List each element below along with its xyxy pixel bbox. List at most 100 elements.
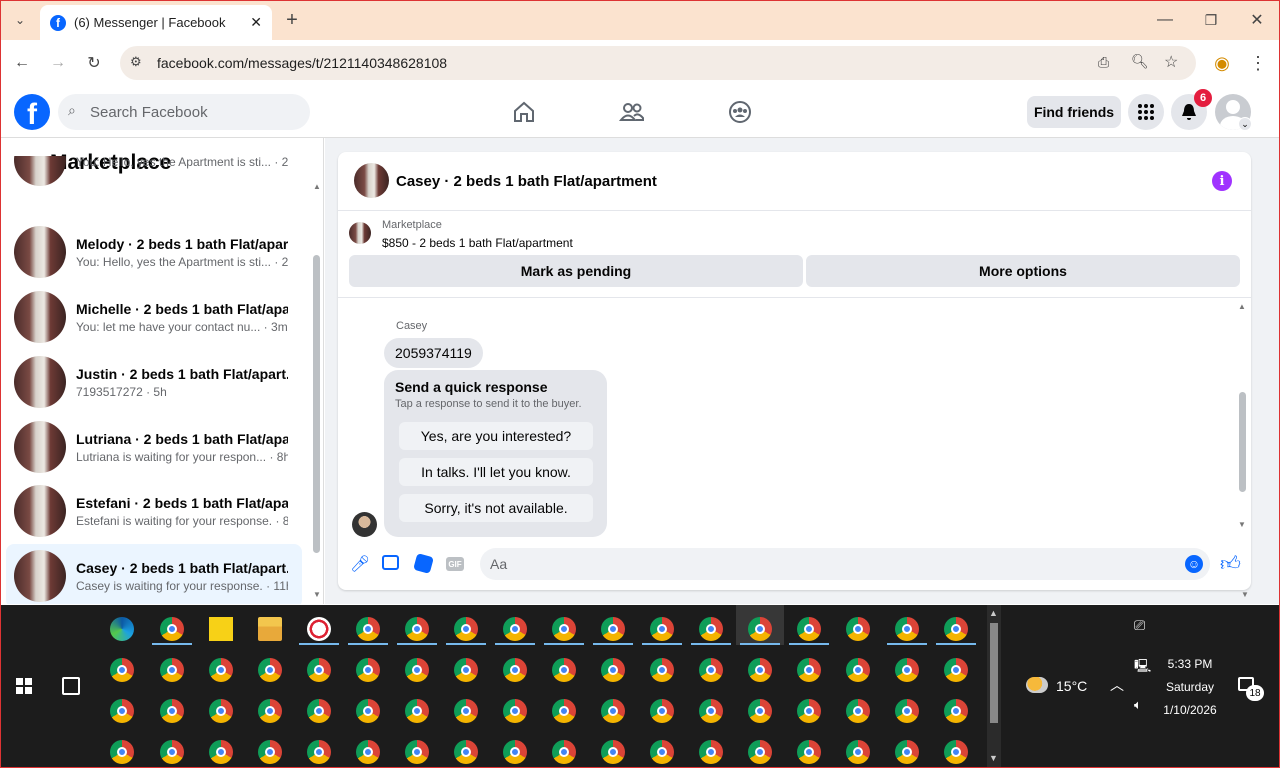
chrome-icon[interactable] [846, 658, 870, 682]
chrome-icon[interactable] [650, 617, 674, 641]
tray-chevron-icon[interactable]: ︿ [1110, 675, 1124, 695]
chrome-icon[interactable] [895, 658, 919, 682]
more-options-button[interactable]: More options [806, 255, 1240, 287]
chrome-icon[interactable] [552, 740, 576, 764]
chrome-icon[interactable] [160, 617, 184, 641]
chrome-icon[interactable] [503, 658, 527, 682]
chat-title[interactable]: Casey · 2 beds 1 bath Flat/apartment [396, 173, 657, 190]
chrome-icon[interactable] [503, 699, 527, 723]
chrome-icon[interactable] [650, 699, 674, 723]
sticker-icon[interactable] [413, 553, 434, 574]
profile-icon[interactable]: ◉ [1208, 49, 1236, 77]
conversation-item[interactable]: Estefani · 2 beds 1 bath Flat/apa... Este… [6, 479, 302, 543]
conversation-item[interactable]: You: Hello, yes the Apartment is sti... … [6, 156, 302, 192]
chrome-icon[interactable] [454, 740, 478, 764]
chrome-icon[interactable] [503, 617, 527, 641]
conversation-item[interactable]: Melody · 2 beds 1 bath Flat/apar... You: … [6, 220, 302, 284]
chrome-icon[interactable] [405, 658, 429, 682]
find-friends-button[interactable]: Find friends [1027, 96, 1121, 128]
home-nav-icon[interactable] [504, 92, 544, 132]
chrome-icon[interactable] [944, 658, 968, 682]
listing-thumbnail[interactable] [349, 222, 371, 244]
chrome-icon[interactable] [944, 699, 968, 723]
chrome-icon[interactable] [552, 699, 576, 723]
chrome-icon[interactable] [454, 699, 478, 723]
chrome-icon[interactable] [454, 658, 478, 682]
chrome-icon[interactable] [895, 617, 919, 641]
chrome-icon[interactable] [405, 740, 429, 764]
minimize-icon[interactable]: — [1151, 6, 1179, 34]
chrome-icon[interactable] [405, 617, 429, 641]
chrome-icon[interactable] [405, 699, 429, 723]
chrome-icon[interactable] [748, 658, 772, 682]
chrome-icon[interactable] [110, 740, 134, 764]
browser-tab[interactable]: f (6) Messenger | Facebook ✕ [40, 5, 272, 40]
friends-nav-icon[interactable] [612, 92, 652, 132]
clock-day[interactable]: Saturday [1160, 680, 1220, 694]
chrome-icon[interactable] [699, 617, 723, 641]
photo-icon[interactable] [382, 555, 399, 570]
account-chevron-icon[interactable]: ⌄ [1238, 117, 1252, 131]
chrome-icon[interactable] [160, 699, 184, 723]
meet-now-icon[interactable]: ⎚ [1134, 617, 1145, 634]
paint-icon[interactable] [307, 617, 331, 641]
message-bubble[interactable]: 2059374119 [384, 338, 483, 368]
chrome-icon[interactable] [944, 617, 968, 641]
page-scroll-down-icon[interactable]: ▼ [1241, 590, 1249, 599]
chrome-icon[interactable] [748, 740, 772, 764]
chrome-icon[interactable] [307, 699, 331, 723]
close-window-icon[interactable]: ✕ [1243, 6, 1271, 34]
chrome-icon[interactable] [797, 699, 821, 723]
edge-browser-icon[interactable] [110, 617, 134, 641]
groups-nav-icon[interactable] [720, 92, 760, 132]
clock-date[interactable]: 1/10/2026 [1158, 703, 1222, 717]
chrome-icon[interactable] [552, 658, 576, 682]
address-bar[interactable]: ⚙ facebook.com/messages/t/21211403486281… [120, 46, 1196, 80]
chrome-icon[interactable] [797, 740, 821, 764]
restore-icon[interactable]: ❐ [1197, 6, 1225, 34]
weather-temperature[interactable]: 15°C [1056, 678, 1087, 694]
listing-title[interactable]: $850 - 2 beds 1 bath Flat/apartment [382, 236, 573, 250]
chrome-icon[interactable] [601, 699, 625, 723]
info-icon[interactable]: i [1212, 171, 1232, 191]
taskbar-scrollbar[interactable]: ▲ ▼ [987, 605, 1001, 768]
search-facebook-input[interactable]: ⌕ Search Facebook [58, 94, 310, 130]
chrome-icon[interactable] [209, 658, 233, 682]
sidebar-scrollbar[interactable]: ▲ ▼ [312, 182, 322, 602]
mark-as-pending-button[interactable]: Mark as pending [349, 255, 803, 287]
chrome-icon[interactable] [110, 658, 134, 682]
quick-response-in-talks[interactable]: In talks. I'll let you know. [399, 458, 593, 486]
tab-search-icon[interactable]: ⌄ [6, 6, 34, 34]
conversation-item[interactable]: Casey · 2 beds 1 bath Flat/apart... Casey… [6, 544, 302, 604]
chrome-icon[interactable] [895, 740, 919, 764]
chrome-icon[interactable] [846, 699, 870, 723]
chrome-icon[interactable] [356, 658, 380, 682]
menu-grid-icon[interactable] [1128, 94, 1164, 130]
volume-icon[interactable]: 🔈︎ [1134, 697, 1142, 713]
chrome-icon[interactable] [650, 740, 674, 764]
file-explorer-icon[interactable] [258, 617, 282, 641]
chrome-icon[interactable] [110, 699, 134, 723]
chrome-icon[interactable] [503, 740, 527, 764]
conversation-item[interactable]: Lutriana · 2 beds 1 bath Flat/apa... Lutr… [6, 415, 302, 479]
chrome-icon[interactable] [356, 740, 380, 764]
chrome-icon[interactable] [160, 658, 184, 682]
quick-response-yes[interactable]: Yes, are you interested? [399, 422, 593, 450]
chrome-icon[interactable] [209, 699, 233, 723]
chat-scrollbar[interactable]: ▲ ▼ [1238, 302, 1248, 532]
chrome-icon[interactable] [356, 699, 380, 723]
chrome-icon[interactable] [797, 658, 821, 682]
chrome-icon[interactable] [650, 658, 674, 682]
sticky-notes-icon[interactable] [209, 617, 233, 641]
microphone-icon[interactable]: 🎤︎ [350, 554, 370, 574]
clock-time[interactable]: 5:33 PM [1160, 657, 1220, 671]
chrome-icon[interactable] [601, 658, 625, 682]
chrome-icon[interactable] [846, 740, 870, 764]
browser-menu-icon[interactable]: ⋮ [1244, 49, 1272, 77]
like-thumb-icon[interactable]: 👍︎ [1220, 552, 1241, 576]
message-input[interactable]: Aa [480, 548, 1210, 580]
chat-avatar[interactable] [354, 163, 389, 198]
chrome-icon[interactable] [552, 617, 576, 641]
site-info-icon[interactable]: ⚙ [130, 54, 142, 70]
start-windows-icon[interactable] [16, 678, 32, 694]
